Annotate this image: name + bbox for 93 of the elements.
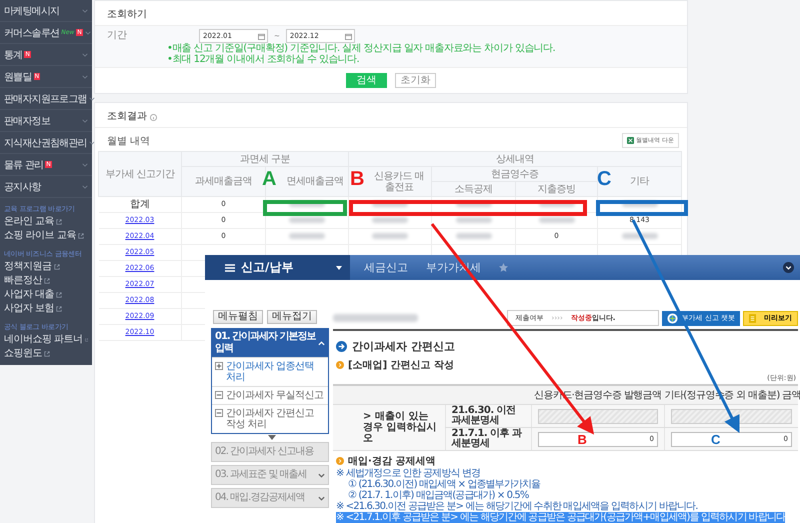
sidebar-item[interactable]: 원쁠딜 [4, 70, 32, 84]
blurred-value [289, 217, 325, 224]
external-link-icon [44, 278, 50, 284]
menu-toggle-button[interactable]: 메뉴접기 [267, 310, 317, 324]
chevron-icon [318, 496, 325, 500]
sidebar-item[interactable]: 판매자지원프로그램 [4, 92, 87, 106]
bullet-icon [336, 457, 344, 465]
reset-button[interactable]: 초기화 [395, 73, 436, 88]
annotation-letter: B [578, 432, 587, 446]
note-text: ※ <21.7.1.이후 공급받은 분> 에는 해당기간에 공급받은 공급대가(공급가액+매입세액)를 입력하시기 바랍니다 [336, 512, 786, 523]
blurred-value [622, 233, 658, 240]
card-title: 조회하기 [106, 8, 148, 22]
external-link-icon [54, 264, 60, 270]
sidebar-item[interactable]: 판매자정보 [4, 114, 50, 128]
note-text: ② (21.7. 1.이후) 매입금액(공급대가) × 0.5% [348, 490, 528, 501]
form-heading: 간이과세자 간편신고 [352, 339, 455, 354]
step-menu-item[interactable]: 01. 간이과세자 기본정보 입력 [212, 329, 328, 357]
external-link-icon [56, 306, 62, 312]
column-group-header: 과면세 구분 [182, 152, 348, 166]
sidebar-link[interactable]: 사업자 대출 [4, 288, 54, 302]
help-note: •최대 12개월 이내에서 조회하실 수 있습니다. [167, 54, 360, 65]
chevron-down-icon [82, 184, 88, 188]
bullet-icon [336, 361, 344, 369]
chevron-down-icon [82, 74, 88, 78]
annotation-letter: B [350, 168, 364, 190]
note-text: ※ <21.6.30.이전 공급받은 분> 에는 해당기간에 수취한 매입세액을 입력하시기 바랍니다. [336, 501, 698, 512]
info-icon [150, 114, 157, 120]
chevron-down-icon [84, 30, 91, 34]
external-link-icon [78, 233, 84, 239]
external-link-icon [84, 337, 88, 343]
chevron-down-icon [82, 118, 88, 122]
sidebar-item[interactable]: 커머스솔루션 [4, 26, 60, 40]
menu-icon [225, 264, 235, 272]
blurred-value [289, 233, 325, 240]
arrow-circle-icon [336, 341, 347, 352]
calendar-icon [344, 32, 352, 40]
sidebar-link[interactable]: 빠른정산 [4, 274, 42, 288]
sidebar-item[interactable]: 통계 [4, 48, 22, 62]
row-label: 21.6.30. 이전 과세분명세 [452, 405, 516, 426]
annotation-letter: C [711, 432, 720, 446]
menu-toggle-button[interactable]: 메뉴펼침 [213, 310, 263, 324]
section-subtitle: 월별 내역 [107, 134, 150, 148]
sidebar-item[interactable]: 지식재산권침해관리 [4, 136, 87, 150]
arrow-down-icon [268, 435, 276, 440]
row-label: 21.7.1. 이후 과세분명세 [452, 428, 522, 449]
column-header: 지출증빙 [516, 182, 598, 196]
external-link-icon [56, 219, 62, 225]
sidebar-item[interactable]: 물류 관리 [4, 158, 44, 172]
sidebar-link[interactable]: 쇼핑 라이브 교육 [4, 229, 76, 243]
blurred-value [372, 233, 408, 240]
sub-menu-item[interactable]: 간이과세자 무실적신고 [212, 386, 328, 404]
sidebar-link[interactable]: 쇼핑윈도 [4, 347, 42, 361]
chevron-icon [318, 340, 325, 346]
table-cell: 합계 [130, 198, 150, 210]
blurred-value [538, 217, 574, 224]
row-label: > 매출이 있는 경우 입력하십시오 [363, 411, 436, 444]
chevron-icon [318, 472, 325, 478]
sub-menu-item[interactable]: 간이과세자 업종선택 처리 [212, 357, 328, 386]
external-link-icon [56, 292, 62, 298]
sidebar-link[interactable]: 네이버쇼핑 파트너 [4, 333, 83, 347]
form-subheading: [소매업] 간편신고 작성 [348, 359, 454, 372]
help-note: •매출 신고 기준일(구매확정) 기준입니다. 실제 정산지급 일자 매출자료와는 차이가 있습니다. [167, 43, 556, 54]
blurred-value [372, 217, 408, 224]
field-label: 기간 [106, 29, 128, 43]
calendar-icon [258, 32, 265, 40]
section-heading: 매입·경감 공제세액 [348, 455, 436, 468]
chevron-down-icon [82, 162, 88, 166]
chevron-down-icon [88, 96, 95, 100]
blurred-value [456, 217, 492, 224]
column-group-header: 상세내역 [348, 152, 682, 166]
caret-down-icon [336, 266, 342, 270]
column-group-header: 현금영수증 [432, 166, 598, 182]
external-link-icon [44, 351, 50, 357]
sidebar-item[interactable]: 공지사항 [4, 180, 41, 194]
blurred-value [456, 233, 492, 240]
column-header: 부가세 신고기간 [98, 152, 182, 196]
chevron-down-icon [82, 52, 88, 56]
annotation-letter: C [597, 168, 612, 190]
chevron-down-icon[interactable] [783, 262, 794, 273]
sidebar-link[interactable]: 온라인 교육 [4, 215, 54, 229]
document-icon [749, 314, 756, 322]
sub-menu-item[interactable]: 간이과세자 간편신고 작성 처리 [212, 404, 328, 433]
spreadsheet-icon [627, 137, 634, 144]
note-text: ※ 세법개정으로 인한 공제방식 변경 [336, 468, 480, 479]
sidebar-item[interactable]: 마케팅메시지 [4, 4, 60, 18]
sidebar-link[interactable]: 정책지원금 [4, 260, 52, 274]
breadcrumb-item[interactable]: 세금신고 [364, 260, 408, 275]
card-title: 조회결과 [107, 111, 147, 123]
star-icon [499, 263, 508, 272]
sidebar-link[interactable]: 사업자 보험 [4, 302, 54, 316]
column-header: 소득공제 [432, 182, 516, 196]
note-text: ① (21.6.30.이전) 매입세액 × 업종별부가가치율 [348, 479, 540, 490]
chevron-down-icon [82, 8, 88, 12]
